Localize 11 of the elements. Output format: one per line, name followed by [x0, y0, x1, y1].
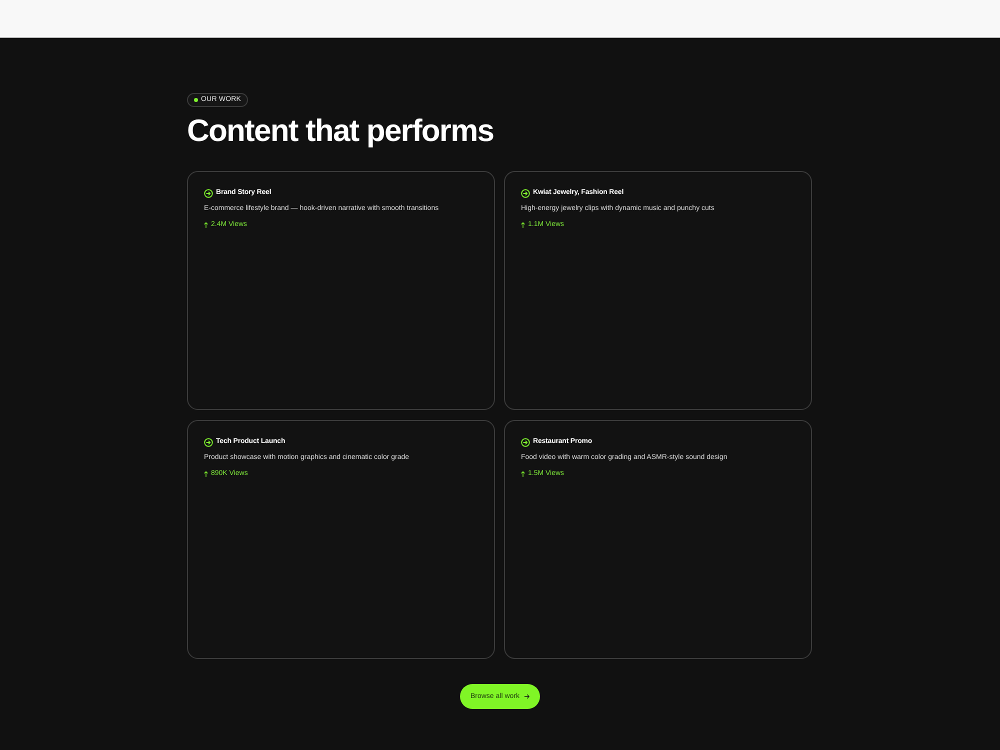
circle-arrow-icon: [204, 188, 213, 198]
status-dot-icon: [194, 98, 198, 102]
circle-arrow-icon: [204, 438, 213, 446]
section-heading: Content that performs: [187, 112, 495, 150]
circle-arrow-icon: [521, 438, 530, 446]
arrow-up-icon: [204, 222, 208, 228]
arrow-right-icon: [524, 694, 530, 699]
arrow-up-icon: [521, 222, 525, 228]
arrow-up-icon: [521, 471, 525, 477]
arrow-up-icon: [204, 471, 208, 477]
circle-arrow-icon: [521, 188, 530, 198]
